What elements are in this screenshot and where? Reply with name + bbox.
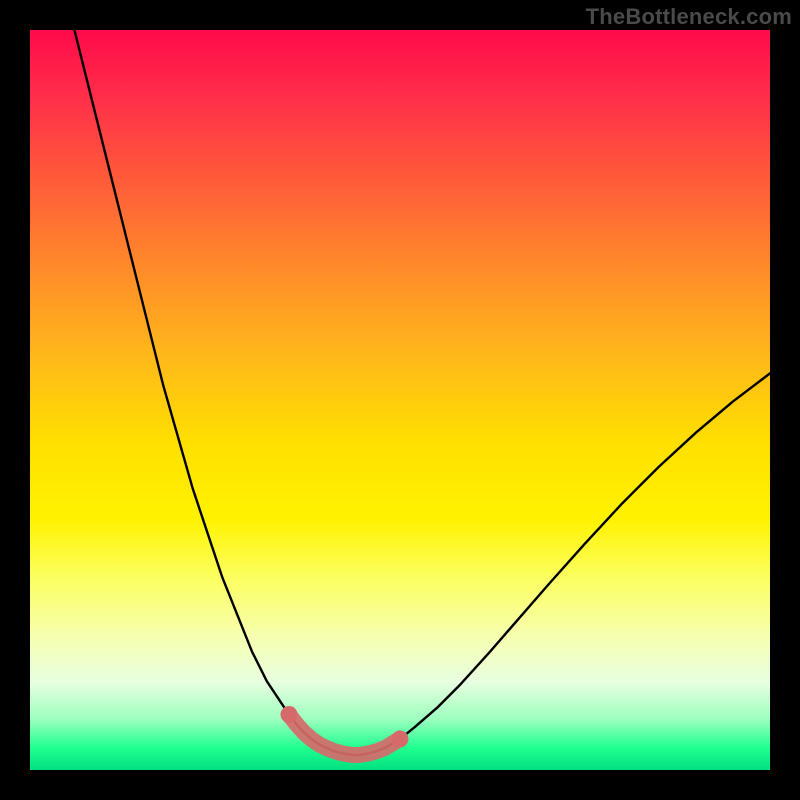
valley-highlight <box>289 715 400 756</box>
highlight-endcap <box>392 730 409 747</box>
curve-group <box>74 30 770 755</box>
chart-stage: TheBottleneck.com <box>0 0 800 800</box>
plot-area <box>30 30 770 770</box>
highlight-group <box>281 706 409 755</box>
watermark-text: TheBottleneck.com <box>586 4 792 30</box>
curve-svg <box>30 30 770 770</box>
highlight-endcap <box>281 706 298 723</box>
bottleneck-curve <box>74 30 770 755</box>
